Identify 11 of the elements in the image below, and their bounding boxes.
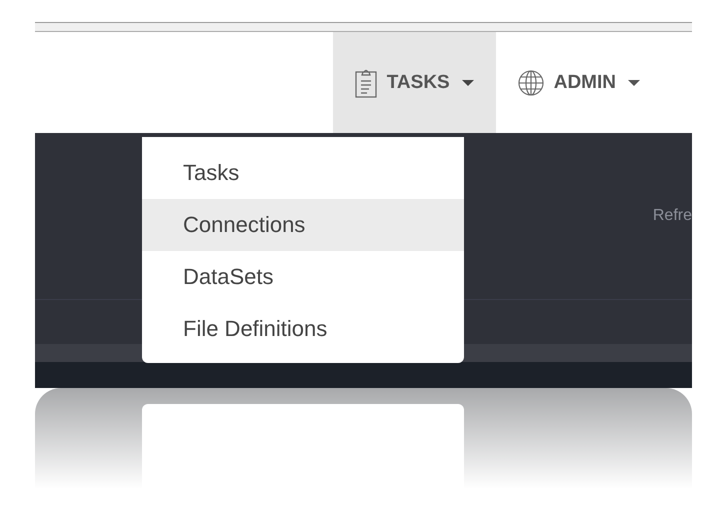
menu-item[interactable]: Connections	[142, 199, 464, 251]
globe-icon	[518, 70, 544, 96]
caret-icon	[628, 80, 640, 86]
nav-menu-button[interactable]: ADMIN	[496, 32, 662, 133]
clipboard-icon	[354, 68, 377, 98]
menu-item[interactable]: File Definitions	[142, 303, 464, 355]
caret-icon	[462, 80, 474, 86]
menu-item[interactable]: DataSets	[142, 251, 464, 303]
nav-menu-button[interactable]: TASKS	[332, 32, 496, 133]
menu-item[interactable]: Tasks	[142, 147, 464, 199]
refresh-label: Refre	[652, 207, 692, 225]
